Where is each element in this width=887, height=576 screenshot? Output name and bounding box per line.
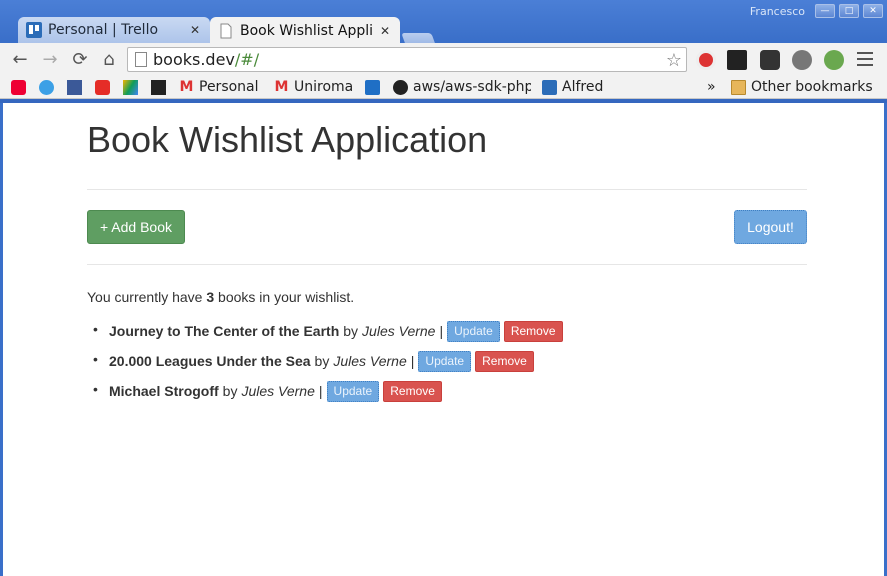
facebook-icon [67,79,82,95]
tab-title: Personal | Trello [48,22,159,38]
adblock-icon[interactable] [696,50,716,70]
list-item: Journey to The Center of the Earth by Ju… [93,316,563,346]
summary-suffix: books in your wishlist. [218,289,355,305]
pocket-icon[interactable] [760,50,780,70]
book-by: by [222,383,238,399]
tab-strip: Personal | Trello ✕ Book Wishlist Applic… [0,13,887,48]
globe-extension-icon[interactable] [792,50,812,70]
page-icon [135,52,147,67]
gmail-icon: M [274,78,289,95]
separator: | [410,353,415,369]
book-list: Journey to The Center of the Earth by Ju… [93,316,563,406]
book-author: Jules Verne [241,383,315,399]
book-by: by [343,323,359,339]
book-author: Jules Verne [333,353,407,369]
book-by: by [314,353,330,369]
update-button[interactable]: Update [326,380,380,402]
github-icon [393,79,408,95]
bookmark-star[interactable] [11,77,31,97]
w-extension-icon[interactable] [727,50,747,70]
bookmark-uniroma[interactable]: M Uniroma [274,77,354,97]
book-author: Jules Verne [362,323,436,339]
divider [87,264,807,265]
toolbar: ← → ⟳ ⌂ books.dev/#/ ☆ [0,43,887,75]
bookmark-drive[interactable] [123,77,143,97]
android-extension-icon[interactable] [824,50,844,70]
url-host: books.dev [153,50,235,69]
address-bar[interactable]: books.dev/#/ ☆ [127,47,687,72]
bookmark-aws-sdk[interactable]: aws/aws-sdk-php [393,77,531,97]
drive-icon [123,79,138,95]
outlook-icon [365,79,380,95]
hashtag-icon [151,79,166,95]
bookmark-twitter[interactable] [39,77,59,97]
remove-button[interactable]: Remove [503,320,563,342]
close-tab-icon[interactable]: ✕ [378,24,392,38]
other-bookmarks[interactable]: Other bookmarks [731,77,873,97]
update-button[interactable]: Update [418,350,472,372]
page-icon [220,23,232,38]
browser-chrome: Francesco — □ ✕ Personal | Trello ✕ Book… [0,0,887,103]
book-title: Michael Strogoff [109,383,219,399]
book-title: 20.000 Leagues Under the Sea [109,353,311,369]
tab-title: Book Wishlist Applic [240,22,372,39]
book-count: 3 [206,289,215,305]
back-icon[interactable]: ← [9,48,31,70]
close-tab-icon[interactable]: ✕ [188,23,202,37]
list-item: 20.000 Leagues Under the Sea by Jules Ve… [93,346,563,376]
wishlist-summary: You currently have 3 books in your wishl… [87,289,354,305]
star-icon [11,79,26,95]
overflow-chevron: » [707,79,716,95]
page-title: Book Wishlist Application [87,119,488,160]
separator: | [439,323,444,339]
summary-prefix: You currently have [87,289,203,305]
bookmark-outlook[interactable] [365,77,385,97]
bookmark-alfred[interactable]: Alfred [542,77,603,97]
page-viewport: Book Wishlist Application + Add Book Log… [0,103,887,576]
book-title: Journey to The Center of the Earth [109,323,340,339]
folder-icon [731,79,746,95]
bookmarks-bar: M Personal M Uniroma aws/aws-sdk-php Alf… [0,75,887,99]
separator: | [318,383,323,399]
other-bookmarks-label: Other bookmarks [751,79,873,95]
bookmark-facebook[interactable] [67,77,87,97]
bookmark-label: Personal [199,79,259,95]
remove-button[interactable]: Remove [475,350,534,372]
remove-button[interactable]: Remove [383,380,442,402]
forward-icon[interactable]: → [39,48,61,70]
list-item: Michael Strogoff by Jules Verne | Update… [93,376,563,406]
logout-button[interactable]: Logout! [734,210,807,244]
bookmark-label: Alfred [562,79,604,95]
menu-icon[interactable] [857,52,873,66]
home-icon[interactable]: ⌂ [98,48,120,70]
add-book-button[interactable]: + Add Book [87,210,185,244]
url-path: /#/ [234,50,260,69]
trello-icon [542,79,557,95]
trello-icon [26,22,42,38]
bookmark-label: aws/aws-sdk-php [413,79,531,95]
divider [87,189,807,190]
gmail-icon: M [179,78,194,95]
reload-icon[interactable]: ⟳ [69,48,91,70]
tab-book-wishlist[interactable]: Book Wishlist Applic ✕ [210,17,400,44]
bookmark-label: Uniroma [294,79,354,95]
bookmark-hashtag[interactable] [151,77,171,97]
youtube-icon [95,79,110,95]
bookmark-star-icon[interactable]: ☆ [666,50,682,71]
bookmark-youtube[interactable] [95,77,115,97]
url-text: books.dev/#/ [153,50,259,69]
update-button[interactable]: Update [447,320,500,342]
bookmark-personal[interactable]: M Personal [179,77,259,97]
bookmarks-overflow-button[interactable]: » [707,77,716,97]
tab-trello[interactable]: Personal | Trello ✕ [18,17,210,43]
twitter-icon [39,79,54,95]
